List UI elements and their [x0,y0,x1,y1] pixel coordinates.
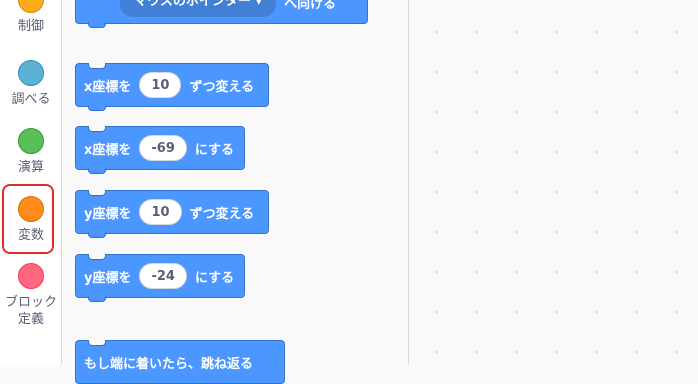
change-y-value-input[interactable]: 10 [139,199,182,225]
script-workspace[interactable] [409,0,698,365]
change-x-block[interactable]: x座標を 10 ずつ変える [75,63,269,111]
block-text: x座標を [84,142,132,158]
set-y-value-input[interactable]: -24 [139,263,187,289]
change-x-value-input[interactable]: 10 [139,72,182,98]
target-dropdown[interactable]: マウスのポインター ▾ [120,0,277,17]
variables-category-icon [18,196,44,222]
category-operators[interactable]: 演算 [0,128,62,176]
set-x-block[interactable]: x座標を -69 にする [75,126,245,174]
category-control[interactable]: 制御 [0,0,62,35]
category-my-blocks[interactable]: ブロック定義 [0,263,62,328]
block-text: もし端に着いたら、跳ね返る [84,356,254,372]
category-label: 変数 [17,228,44,243]
category-sensing[interactable]: 調べる [0,60,62,108]
category-label: ブロック定義 [4,295,57,327]
operators-category-icon [18,128,44,154]
category-menu: 制御 調べる 演算 変数 ブロック定義 [0,0,62,365]
category-variables[interactable]: 変数 [0,196,62,244]
bounce-on-edge-block[interactable]: もし端に着いたら、跳ね返る [75,340,285,384]
block-palette: マウスのポインター ▾ へ向ける x座標を 10 ずつ変える x座標を -69 … [62,0,409,384]
category-label: 調べる [11,92,51,107]
my-blocks-category-icon [18,263,44,289]
category-label: 制御 [17,19,44,34]
block-text: にする [194,270,235,286]
block-text: にする [194,142,235,158]
change-y-block[interactable]: y座標を 10 ずつ変える [75,190,269,238]
control-category-icon [18,0,44,13]
point-towards-block[interactable]: マウスのポインター ▾ へ向ける [75,0,368,28]
category-label: 演算 [17,160,44,175]
block-text: ずつ変える [189,206,255,222]
block-text: x座標を [84,79,132,95]
sensing-category-icon [18,60,44,86]
block-text: y座標を [84,206,132,222]
block-text: へ向ける [284,0,337,12]
set-y-block[interactable]: y座標を -24 にする [75,254,245,302]
set-x-value-input[interactable]: -69 [139,135,187,161]
block-text: ずつ変える [189,79,255,95]
block-text: y座標を [84,270,132,286]
